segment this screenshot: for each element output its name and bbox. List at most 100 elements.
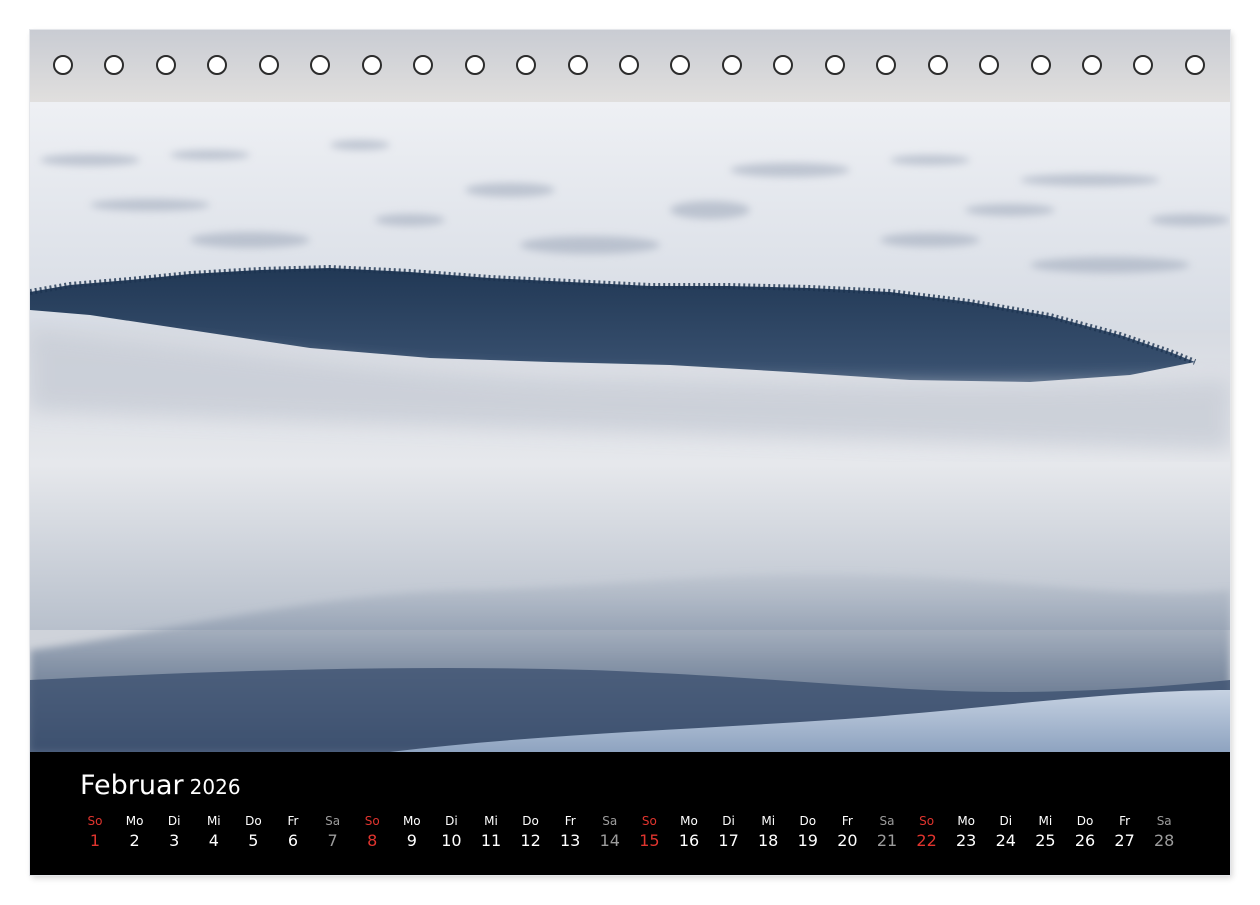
day-cell: Mi 25 xyxy=(1025,814,1065,852)
day-cell: Fr 27 xyxy=(1105,814,1145,852)
weekday-label: Sa xyxy=(325,814,341,828)
binding-ring xyxy=(927,55,948,75)
day-cell: Fr 20 xyxy=(827,814,867,852)
day-cell: Mi 18 xyxy=(748,814,788,852)
weekday-label: Fr xyxy=(287,814,299,828)
binding-ring xyxy=(413,55,434,75)
day-cell: Di 10 xyxy=(431,814,471,852)
day-number: 15 xyxy=(639,831,660,850)
weekday-label: Di xyxy=(722,814,735,828)
weekday-label: Mi xyxy=(761,814,776,828)
weekday-label: Di xyxy=(445,814,458,828)
weekday-label: So xyxy=(364,814,380,828)
weekday-label: Mi xyxy=(206,814,221,828)
binding-ring xyxy=(876,55,897,75)
day-number: 14 xyxy=(599,831,620,850)
day-cell: Sa 14 xyxy=(590,814,630,852)
binding-ring xyxy=(1030,55,1051,75)
day-number: 23 xyxy=(956,831,977,850)
binding-ring xyxy=(979,55,1000,75)
day-cell: Do 12 xyxy=(511,814,551,852)
day-number: 11 xyxy=(480,831,502,850)
binding-ring xyxy=(207,55,228,75)
day-number: 6 xyxy=(287,831,299,850)
weekday-label: Sa xyxy=(1156,814,1172,828)
day-number: 17 xyxy=(718,831,739,850)
day-cell: So 15 xyxy=(629,814,669,852)
day-number: 7 xyxy=(327,831,338,850)
day-number: 16 xyxy=(678,831,700,850)
month-name: Februar xyxy=(80,770,184,801)
day-number: 3 xyxy=(169,831,180,850)
binding-ring xyxy=(1082,55,1102,75)
weekday-label: So xyxy=(641,814,657,828)
binding-ring xyxy=(104,55,125,75)
weekday-label: Mo xyxy=(957,814,976,828)
day-number: 27 xyxy=(1114,831,1135,850)
weekday-label: Do xyxy=(1076,814,1094,828)
weekday-label: So xyxy=(87,814,103,828)
day-number: 21 xyxy=(876,831,898,850)
day-number: 26 xyxy=(1074,831,1096,850)
binding-ring xyxy=(824,55,845,75)
weekday-label: Di xyxy=(167,814,181,828)
day-cell: Do 26 xyxy=(1065,814,1105,852)
day-number: 25 xyxy=(1035,831,1056,850)
day-cell: Mi 11 xyxy=(471,814,511,852)
binding-rings xyxy=(30,30,1230,104)
binding-ring xyxy=(258,55,279,75)
day-cell: Di 17 xyxy=(709,814,749,852)
binding-ring xyxy=(310,55,331,75)
day-number: 2 xyxy=(129,831,140,850)
day-number: 10 xyxy=(441,831,462,850)
weekday-label: Fr xyxy=(841,814,853,828)
day-cell: Mi 4 xyxy=(194,814,234,852)
day-number: 28 xyxy=(1154,831,1175,850)
day-number: 1 xyxy=(89,831,101,850)
day-cell: Mo 9 xyxy=(392,814,432,852)
landscape-photo xyxy=(30,30,1230,752)
day-cell: So 8 xyxy=(352,814,392,852)
weekday-label: Mo xyxy=(125,814,144,828)
day-cell: Do 19 xyxy=(788,814,828,852)
day-cell: So 22 xyxy=(907,814,947,852)
binding-ring xyxy=(670,55,691,75)
day-number: 22 xyxy=(916,831,937,850)
day-cell: Sa 28 xyxy=(1144,814,1184,852)
day-cell: Fr 6 xyxy=(273,814,313,852)
binding-ring xyxy=(53,55,73,75)
calendar-footer: Februar 2026 So 1 Mo 2 Di 3 Mi 4 Do 5 Fr 6 Sa 7 So 8 Mo 9 D… xyxy=(30,752,1230,875)
day-number: 12 xyxy=(520,831,541,850)
weekday-label: Sa xyxy=(602,814,618,828)
day-cell: Sa 7 xyxy=(313,814,353,852)
weekday-label: Mi xyxy=(484,814,498,828)
day-cell: Mo 2 xyxy=(115,814,155,852)
day-cell: Mo 16 xyxy=(669,814,709,852)
binding-ring xyxy=(516,55,537,75)
binding-ring xyxy=(361,55,382,75)
weekday-label: Fr xyxy=(1119,814,1131,828)
month-title: Februar 2026 xyxy=(80,770,241,801)
weekday-label: Mo xyxy=(402,814,421,828)
day-cell: Di 3 xyxy=(154,814,194,852)
binding-ring xyxy=(155,55,176,75)
weekday-label: Fr xyxy=(564,814,576,828)
binding-ring xyxy=(567,55,588,75)
day-number: 13 xyxy=(560,831,581,850)
weekday-label: Mo xyxy=(680,814,698,828)
day-number: 18 xyxy=(758,831,779,850)
day-number: 19 xyxy=(797,831,818,850)
day-cell: Do 5 xyxy=(233,814,273,852)
binding-ring xyxy=(1133,55,1154,75)
weekday-label: Do xyxy=(522,814,539,828)
binding-ring xyxy=(721,55,742,75)
binding-ring xyxy=(618,55,639,75)
weekday-label: Di xyxy=(999,814,1013,828)
month-year: 2026 xyxy=(189,775,241,799)
day-number: 24 xyxy=(995,831,1016,850)
calendar-page: Februar 2026 So 1 Mo 2 Di 3 Mi 4 Do 5 Fr 6 Sa 7 So 8 Mo 9 D… xyxy=(30,30,1230,875)
binding-ring xyxy=(773,55,794,75)
day-number: 8 xyxy=(367,831,378,850)
day-cell: Sa 21 xyxy=(867,814,907,852)
day-number: 4 xyxy=(208,831,219,850)
